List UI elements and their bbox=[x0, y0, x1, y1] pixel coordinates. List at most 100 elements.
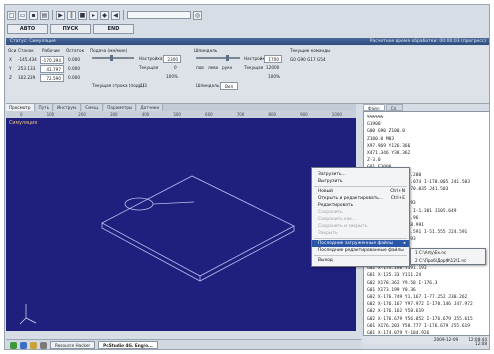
menu-item[interactable]: Загрузить... bbox=[312, 171, 409, 178]
recent-files-submenu: 1 C:\Arty\Ex.nc 2 C:\Проб\ДорФ\12\1.nc bbox=[410, 248, 486, 265]
recent-file-item[interactable]: 2 C:\Проб\ДорФ\12\1.nc bbox=[411, 257, 485, 265]
coord-header-machine: Станок bbox=[18, 48, 34, 53]
step-icon[interactable]: ▸ bbox=[89, 10, 98, 20]
coord-axis-z: Z bbox=[9, 75, 12, 80]
ruler-tick: 600 bbox=[205, 112, 213, 117]
coord-machine-x: -145.434 bbox=[18, 57, 37, 62]
gcode-line[interactable]: Z-3.0 bbox=[367, 157, 486, 164]
ruler-tick: 400 bbox=[141, 112, 150, 117]
menu-item-label: Последние загруженные файлы bbox=[318, 241, 394, 246]
coord-rest-y: 0.000 bbox=[68, 66, 80, 71]
gcode-line[interactable]: G02 X178.362 Y9.58 I-176.3 bbox=[367, 280, 486, 287]
feed-slider[interactable] bbox=[92, 57, 134, 59]
ruler-tick: 100 bbox=[46, 112, 55, 117]
spindle-slider-knob[interactable] bbox=[226, 55, 229, 61]
menu-item[interactable]: Редактировать bbox=[312, 202, 409, 209]
app-icon[interactable] bbox=[40, 341, 47, 349]
gcode-line[interactable]: G01 X173.199 Y0.36 bbox=[367, 287, 486, 294]
coord-work-x: -170.394 bbox=[40, 56, 64, 64]
spindle-mode-manual[interactable]: рукн bbox=[222, 65, 232, 70]
menu-item-label: Сохранить и закрыть bbox=[318, 224, 368, 229]
folder-icon[interactable] bbox=[30, 341, 37, 349]
feed-rate-label: Текущая bbox=[139, 65, 159, 70]
gcode-line[interactable]: G02 X-176.162 Y58.619 bbox=[367, 308, 486, 315]
app-window: □ ▭ ▪ ▤ ▶ ‖ ■ ▸ ◆ ◀ ◎ АВТО ПУСК ЕND Стат… bbox=[4, 4, 490, 350]
menu-item[interactable]: Выход bbox=[312, 257, 409, 264]
stop-icon[interactable]: ■ bbox=[78, 10, 87, 20]
menu-item-label: Новый bbox=[318, 189, 333, 194]
tab-parameters[interactable]: Параметры bbox=[104, 104, 137, 111]
spindle-title: Шпиндель bbox=[194, 48, 218, 53]
save-icon[interactable]: ▪ bbox=[29, 10, 38, 20]
new-icon[interactable]: □ bbox=[7, 10, 16, 20]
tab-offsets[interactable]: Смещ. bbox=[82, 104, 104, 111]
menu-item[interactable]: Выгрузить bbox=[312, 178, 409, 185]
browser-icon[interactable] bbox=[20, 341, 27, 349]
workpiece-side-edge bbox=[101, 223, 295, 282]
coord-rest-x: 0.000 bbox=[68, 57, 80, 62]
coord-header-axis: Оси bbox=[8, 48, 17, 53]
tab-path[interactable]: Путь bbox=[35, 104, 54, 111]
pause-icon[interactable]: ‖ bbox=[67, 10, 76, 20]
single-block-icon[interactable]: ◆ bbox=[100, 10, 109, 20]
run-icon[interactable]: ▶ bbox=[56, 10, 65, 20]
recent-file-item[interactable]: 1 C:\Arty\Ex.nc bbox=[411, 249, 485, 257]
gcode-line[interactable]: G02 X-176.749 Y1.167 I-77.252 J30.262 bbox=[367, 294, 486, 301]
spindle-mode-ccw[interactable]: лево bbox=[208, 65, 218, 70]
mode-end-button[interactable]: ЕND bbox=[93, 24, 134, 34]
spindle-slider[interactable] bbox=[196, 57, 240, 59]
gcode-line[interactable]: Z100.0 M03 bbox=[367, 136, 486, 143]
file-panel-tabs: Файл Сп. bbox=[363, 104, 489, 111]
task-pcstudio[interactable]: PcStudio 4G. Eng/o... bbox=[98, 341, 158, 349]
gcode-line[interactable]: G1900 bbox=[367, 121, 486, 128]
simulation-viewport[interactable]: Симуляция bbox=[6, 118, 356, 331]
gcode-line[interactable]: G01 X-125.33 Y111.24 bbox=[367, 272, 486, 279]
mode-auto-button[interactable]: АВТО bbox=[7, 24, 48, 34]
spindle-state-label: Шпиндель bbox=[196, 83, 220, 88]
rewind-icon[interactable]: ◀ bbox=[111, 10, 120, 20]
ruler-tick: 900 bbox=[300, 112, 308, 117]
menu-item[interactable]: Последние загруженные файлы ▸ bbox=[312, 240, 409, 247]
task-resource-hacker[interactable]: Resource Hacker bbox=[50, 341, 96, 349]
feed-line-value: 1/3 bbox=[140, 83, 147, 88]
feed-rate-value: 0 bbox=[174, 65, 177, 70]
gcode-line[interactable]: %%%%%% bbox=[367, 114, 486, 121]
menu-item[interactable]: Открыть и редактировать... Ctrl+E bbox=[312, 195, 409, 202]
tab-sensors[interactable]: Датчики bbox=[137, 104, 164, 111]
spindle-mode-cw[interactable]: пов bbox=[196, 65, 204, 70]
menu-item[interactable]: Новый Ctrl+N bbox=[312, 188, 409, 195]
menu-separator bbox=[314, 186, 407, 187]
workpiece-drawing bbox=[19, 175, 295, 325]
print-icon[interactable]: ▤ bbox=[40, 10, 49, 20]
menu-item: Сохранить и закрыть bbox=[312, 223, 409, 230]
feed-slider-knob[interactable] bbox=[110, 55, 113, 61]
menu-item-label: Открыть и редактировать... bbox=[318, 196, 384, 201]
viewport-ruler: 0 100 200 300 400 500 600 700 800 900 10… bbox=[6, 111, 356, 118]
feed-override-field[interactable] bbox=[127, 11, 191, 19]
zoom-icon[interactable]: ◎ bbox=[193, 10, 202, 20]
gcode-line[interactable]: G02 X-176.167 Y97.972 I-170.146 J47.972 bbox=[367, 301, 486, 308]
tab-file[interactable]: Файл bbox=[363, 104, 385, 111]
gcode-line[interactable]: G01 X176.203 Y58.777 I-176.679 J55.619 bbox=[367, 323, 486, 330]
gcode-line[interactable]: X471.346 Y38.362 bbox=[367, 150, 486, 157]
start-icon[interactable] bbox=[10, 341, 17, 349]
tab-list[interactable]: Сп. bbox=[385, 104, 403, 111]
menu-separator bbox=[314, 238, 407, 239]
open-icon[interactable]: ▭ bbox=[18, 10, 27, 20]
tab-view[interactable]: Просмотр bbox=[6, 104, 35, 111]
gcode-line[interactable]: G02 X-176.679 Y56.052 I-176.679 J55.615 bbox=[367, 316, 486, 323]
ruler-tick: 1000 bbox=[331, 112, 342, 117]
datetime-bar: 2009-12-09 12:08:44 bbox=[363, 336, 489, 344]
spindle-state-button[interactable]: Вкл bbox=[220, 82, 238, 90]
modal-title: Текущие команды bbox=[290, 48, 331, 53]
menu-separator bbox=[314, 255, 407, 256]
tab-tools[interactable]: Инструм. bbox=[54, 104, 82, 111]
mode-start-button[interactable]: ПУСК bbox=[50, 24, 91, 34]
gcode-line[interactable]: X97.969 Y126.366 bbox=[367, 143, 486, 150]
menu-item-label: Загрузить... bbox=[318, 172, 346, 177]
tool-path-segment bbox=[152, 201, 195, 205]
gcode-line[interactable]: G00 G90 Z100.0 bbox=[367, 128, 486, 135]
feed-override-field[interactable]: 2300 bbox=[163, 55, 181, 63]
spindle-override-field[interactable]: 1700 bbox=[264, 55, 282, 63]
menu-item[interactable]: Последние редактированные файлы bbox=[312, 247, 409, 254]
